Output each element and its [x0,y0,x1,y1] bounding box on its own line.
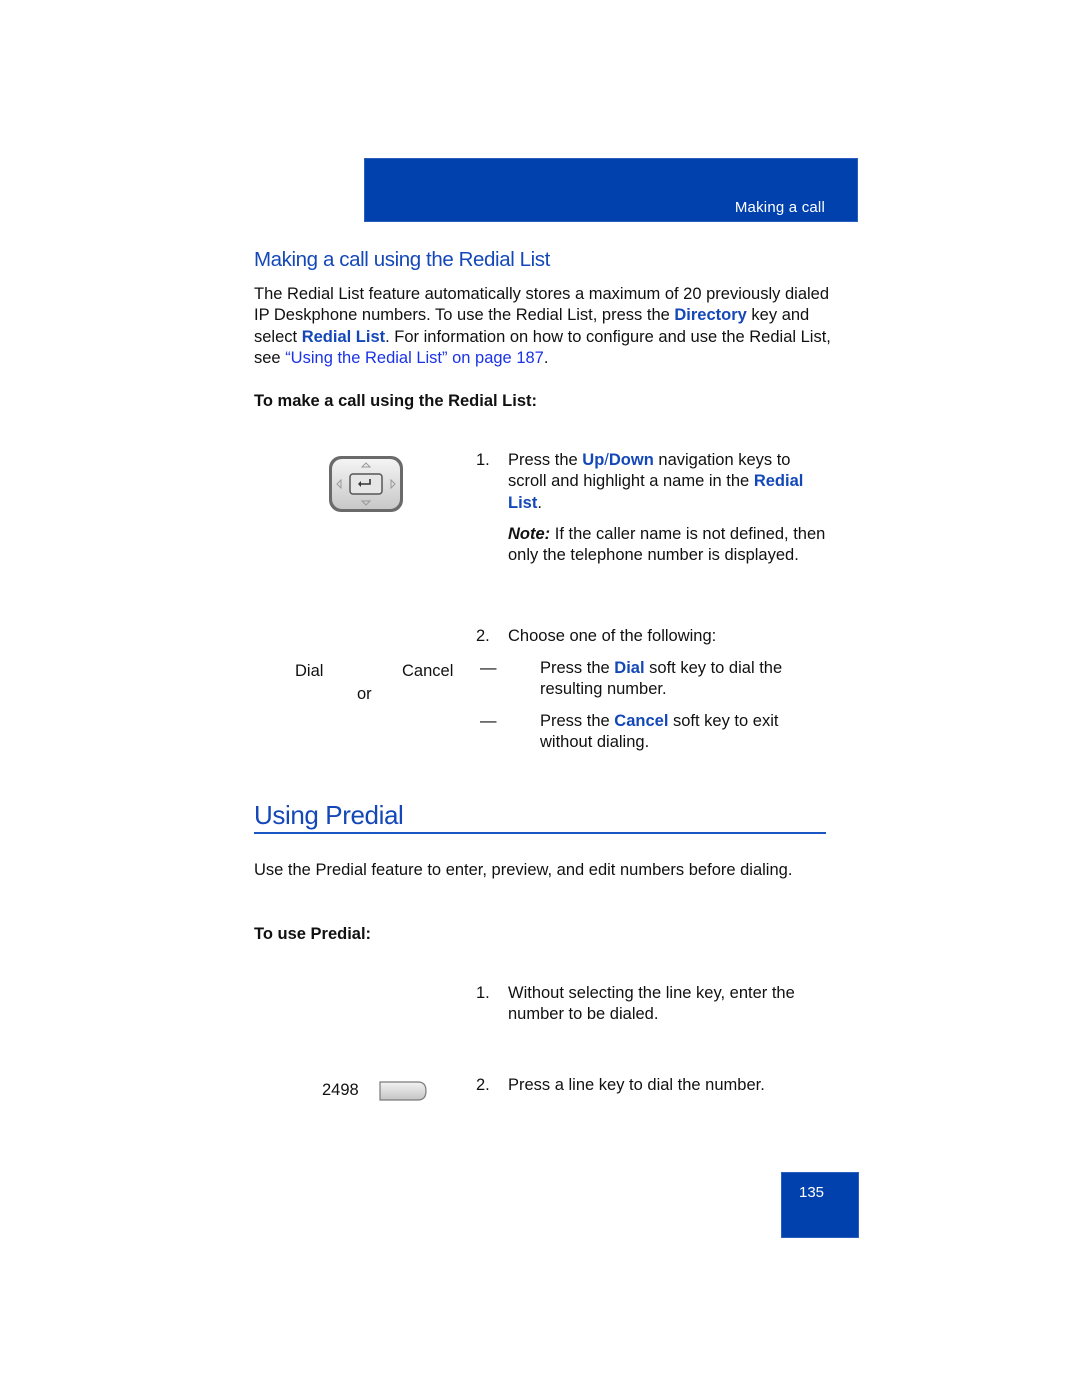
page-number: 135 [799,1184,825,1201]
predial-step-2: Press a line key to dial the number. [508,1076,765,1094]
down-key-ref: Down [608,451,654,469]
option-dial: Press the Dial soft key to dial the resu… [540,658,820,701]
predial-procedure-heading: To use Predial: [254,925,372,943]
step-number: 2. [476,1076,490,1094]
section-title: Making a call [734,199,825,216]
cancel-softkey-label: Cancel [402,662,454,680]
step-text: Press the [508,451,583,469]
or-label: or [357,685,372,703]
option-dash: — [480,712,497,730]
step-number: 2. [476,627,490,645]
redial-heading: Making a call using the Redial List [254,248,550,271]
heading-rule [254,832,826,834]
step-1-note: Note: If the caller name is not defined,… [508,524,828,567]
option-dash: — [480,659,497,677]
step-number: 1. [476,984,490,1002]
option-cancel: Press the Cancel soft key to exit withou… [540,711,820,754]
redial-list-ref: Redial List [301,327,386,346]
intro-text: . [543,348,549,367]
option-text: Press the [540,659,615,677]
step-text: . [537,493,542,512]
directory-key-ref: Directory [674,306,747,325]
line-key-label: 2498 [322,1081,359,1099]
cancel-key-ref: Cancel [614,712,669,730]
page-number-box: 135 [781,1172,859,1238]
line-key-icon [379,1080,427,1102]
redial-procedure-heading: To make a call using the Redial List: [254,392,538,410]
note-text: If the caller name is not defined, then … [508,525,826,565]
dial-key-ref: Dial [614,659,645,677]
predial-heading: Using Predial [254,800,404,830]
navigation-key-icon [328,455,404,513]
step-number: 1. [476,451,490,469]
dial-softkey-label: Dial [295,662,324,680]
header-bar: Making a call [364,158,858,222]
step-2-text: Choose one of the following: [508,627,717,645]
note-label: Note: [508,525,551,543]
predial-step-1: Without selecting the line key, enter th… [508,984,795,1024]
redial-list-link[interactable]: “Using the Redial List” on page 187 [285,349,544,367]
step-1-text: Press the Up/Down navigation keys to scr… [508,450,828,514]
option-text: Press the [540,712,615,730]
predial-intro: Use the Predial feature to enter, previe… [254,861,793,879]
up-key-ref: Up [582,451,605,469]
redial-intro: The Redial List feature automatically st… [254,284,834,369]
